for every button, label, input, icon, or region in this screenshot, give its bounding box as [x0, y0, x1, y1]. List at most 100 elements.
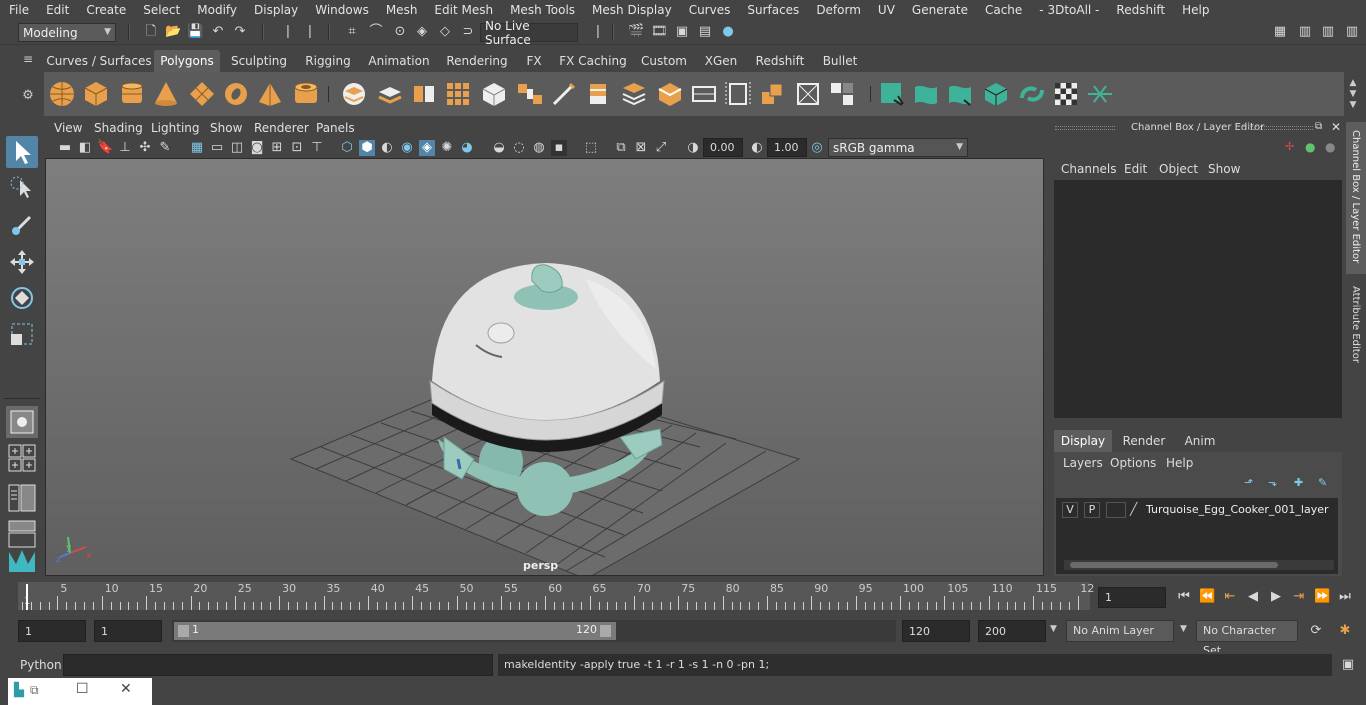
menu-surfaces[interactable]: Surfaces [738, 3, 807, 17]
render-frame-icon[interactable]: 🎬 [628, 24, 644, 40]
hypershade-icon[interactable]: ● [720, 24, 736, 40]
image-plane-icon[interactable]: ⊥ [117, 140, 133, 156]
menu-create[interactable]: Create [77, 3, 134, 17]
viewport-menu-view[interactable]: View [54, 121, 82, 135]
save-scene-icon[interactable]: 💾 [187, 24, 203, 40]
redo-icon[interactable]: ↷ [232, 24, 248, 40]
playback-end-input[interactable] [902, 620, 970, 642]
collapse-arrow-icon[interactable]: ❘ [302, 24, 318, 40]
range-handle-right[interactable] [600, 625, 611, 637]
menu-cache[interactable]: Cache [976, 3, 1030, 17]
xray-active-icon[interactable]: ⊠ [633, 140, 649, 156]
bevel-icon[interactable] [654, 78, 686, 110]
show-grid-icon[interactable]: ▦ [189, 140, 205, 156]
extract-icon[interactable] [408, 78, 440, 110]
chevron-down-icon[interactable]: ▼ [1180, 624, 1187, 634]
shadows-icon[interactable]: ◕ [459, 140, 475, 156]
screen-space-ao-icon[interactable]: ◒ [491, 140, 507, 156]
insert-edge-loop-icon[interactable] [582, 78, 614, 110]
smooth-icon[interactable] [442, 78, 474, 110]
single-view-layout-icon[interactable] [6, 406, 38, 438]
tab-render[interactable]: Render [1115, 430, 1173, 452]
outliner-layout-icon[interactable] [6, 482, 38, 514]
anim-layer-dropdown[interactable]: No Anim Layer [1066, 620, 1174, 642]
merge-icon[interactable] [618, 78, 650, 110]
poly-pipe-icon[interactable] [290, 78, 322, 110]
channelbox-menu-object[interactable]: Object [1159, 162, 1198, 176]
default-material-icon[interactable]: ◐ [379, 140, 395, 156]
menu-modify[interactable]: Modify [188, 3, 245, 17]
play-forwards-icon[interactable]: ▶ [1268, 589, 1284, 605]
move-layer-up-icon[interactable]: ⬏ [1244, 476, 1258, 490]
command-language-label[interactable]: Python [20, 658, 62, 672]
step-forward-key-icon[interactable]: ⇥ [1291, 589, 1307, 605]
scale-tool-icon[interactable] [6, 318, 38, 350]
perspective-viewport[interactable]: y x z persp [45, 158, 1044, 576]
resolution-gate-icon[interactable]: ◫ [229, 140, 245, 156]
anti-aliasing-icon[interactable]: ◍ [531, 140, 547, 156]
tab-curves-surfaces[interactable]: Curves / Surfaces [46, 50, 152, 72]
tab-fx[interactable]: FX [522, 50, 546, 72]
four-view-layout-icon[interactable] [6, 442, 38, 474]
planar-uv-icon[interactable] [688, 78, 720, 110]
menu-uv[interactable]: UV [869, 3, 903, 17]
maya-logo-icon[interactable] [6, 544, 38, 576]
viewport-menu-lighting[interactable]: Lighting [151, 121, 200, 135]
drag-handle[interactable] [1055, 126, 1115, 130]
viewport-menu-shading[interactable]: Shading [94, 121, 143, 135]
tab-polygons[interactable]: Polygons [154, 50, 220, 72]
restore-window-icon[interactable]: ⧉ [30, 683, 44, 699]
extrude-icon[interactable] [478, 78, 510, 110]
tab-sculpting[interactable]: Sculpting [226, 50, 292, 72]
viewport-menu-show[interactable]: Show [210, 121, 242, 135]
snap-point-icon[interactable]: ⊙ [392, 24, 408, 40]
snap-grid-icon[interactable]: ⌗ [344, 24, 360, 40]
animation-preferences-icon[interactable]: ✱ [1337, 623, 1353, 639]
move-tool-icon[interactable] [6, 246, 38, 278]
wireframe-icon[interactable]: ⬡ [339, 140, 355, 156]
auto-key-icon[interactable]: ⟳ [1308, 623, 1324, 639]
poly-cone-icon[interactable] [150, 78, 182, 110]
camera-select-icon[interactable]: ▬ [57, 140, 73, 156]
play-backwards-icon[interactable]: ◀ [1245, 589, 1261, 605]
poly-torus-icon[interactable] [220, 78, 252, 110]
collapse-arrow-icon[interactable]: ❘ [280, 24, 296, 40]
tab-display[interactable]: Display [1054, 430, 1112, 452]
current-frame-input[interactable] [1098, 587, 1166, 608]
tab-redshift[interactable]: Redshift [754, 50, 806, 72]
uv-sew-icon[interactable] [980, 78, 1012, 110]
mode-dropdown[interactable]: Modeling ▼ [18, 23, 116, 42]
layer-color-swatch-icon[interactable]: ╱ [1130, 502, 1144, 518]
pencil-icon[interactable]: ✎ [157, 140, 173, 156]
step-back-frame-icon[interactable]: ⏪ [1199, 589, 1215, 605]
go-to-start-icon[interactable]: ⏮ [1176, 589, 1192, 605]
shelf-scroll-arrows-icon[interactable]: ▲ ▼ ▼ [1346, 78, 1360, 112]
multi-cut-icon[interactable] [548, 78, 580, 110]
menu-select[interactable]: Select [134, 3, 188, 17]
new-layer-selected-icon[interactable]: ✎ [1318, 476, 1332, 490]
snap-surface-icon[interactable]: ◇ [437, 24, 453, 40]
layer-menu-layers[interactable]: Layers [1063, 456, 1103, 470]
magnet-icon[interactable]: ⊃ [460, 24, 476, 40]
layer-visibility-toggle[interactable]: V [1062, 502, 1078, 518]
spherical-uv-icon[interactable] [756, 78, 788, 110]
maximize-window-icon[interactable]: ☐ [76, 681, 90, 697]
tab-animation[interactable]: Animation [366, 50, 432, 72]
field-chart-icon[interactable]: ⊞ [269, 140, 285, 156]
workspace-icon[interactable]: ▦ [1272, 24, 1288, 40]
menu-display[interactable]: Display [245, 3, 306, 17]
new-scene-icon[interactable]: 🗋 [143, 24, 159, 40]
menu-mesh[interactable]: Mesh [377, 3, 426, 17]
tab-anim[interactable]: Anim [1171, 430, 1229, 452]
channel-status-icon[interactable]: ● [1325, 140, 1339, 154]
range-slider-handle[interactable]: 1 120 [174, 622, 616, 640]
gamma-input[interactable] [767, 138, 807, 157]
uv-distortion-icon[interactable] [1084, 78, 1116, 110]
menu-3dtoall[interactable]: - 3DtoAll - [1030, 3, 1107, 17]
character-set-dropdown[interactable]: No Character Set [1196, 620, 1298, 657]
select-tool-icon[interactable] [6, 136, 38, 168]
safe-title-icon[interactable]: ⊤ [309, 140, 325, 156]
menu-redshift[interactable]: Redshift [1107, 3, 1173, 17]
side-tab-channel-box[interactable]: Channel Box / Layer Editor [1346, 122, 1366, 274]
range-slider-track[interactable]: 1 120 [172, 620, 896, 642]
